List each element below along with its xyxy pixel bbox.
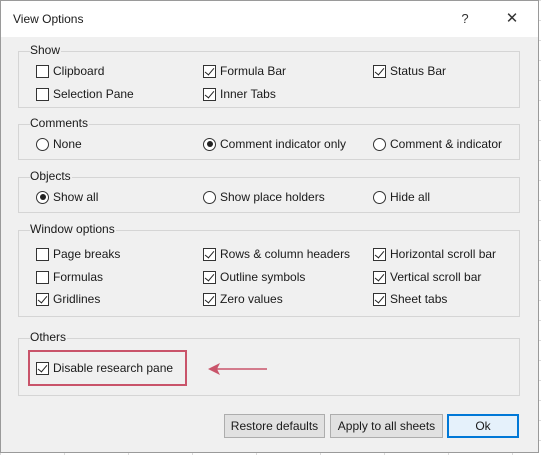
comments-group-label: Comments <box>30 116 90 130</box>
outline-symbols-checkbox[interactable]: Outline symbols <box>203 269 305 285</box>
radio-circle[interactable] <box>203 137 216 151</box>
objects-show-all-radio[interactable]: Show all <box>36 189 98 205</box>
checkbox-label: Status Bar <box>390 64 447 78</box>
formulas-checkbox[interactable]: Formulas <box>36 269 103 285</box>
radio-label: Show place holders <box>220 190 325 204</box>
gridlines-checkbox[interactable]: Gridlines <box>36 291 100 307</box>
checkbox-label: Inner Tabs <box>220 87 276 101</box>
checkbox-label: Formula Bar <box>220 64 287 78</box>
ok-button[interactable]: Ok <box>447 414 519 438</box>
pointer-arrow-icon <box>208 363 267 375</box>
comments-none-radio[interactable]: None <box>36 136 82 152</box>
checkbox-box[interactable] <box>373 64 386 78</box>
checkbox-label: Vertical scroll bar <box>390 270 482 284</box>
checkbox-box[interactable] <box>203 64 216 78</box>
sheet-tabs-checkbox[interactable]: Sheet tabs <box>373 291 447 307</box>
others-group-label: Others <box>30 330 68 344</box>
clipboard-checkbox[interactable]: Clipboard <box>36 63 104 79</box>
radio-label: Show all <box>53 190 99 204</box>
objects-group-label: Objects <box>30 169 72 183</box>
radio-circle[interactable] <box>373 137 386 151</box>
checkbox-box[interactable] <box>203 247 216 261</box>
horizontal-scroll-bar-checkbox[interactable]: Horizontal scroll bar <box>373 246 496 262</box>
checkbox-box[interactable] <box>203 292 216 306</box>
help-icon[interactable]: ? <box>448 7 482 31</box>
show-group-label: Show <box>30 43 62 57</box>
objects-hide-all-radio[interactable]: Hide all <box>373 189 430 205</box>
radio-circle[interactable] <box>36 190 49 204</box>
radio-label: Comment indicator only <box>220 137 347 151</box>
page-breaks-checkbox[interactable]: Page breaks <box>36 246 120 262</box>
comment-indicator-only-radio[interactable]: Comment indicator only <box>203 136 346 152</box>
radio-label: Hide all <box>390 190 431 204</box>
checkbox-box[interactable] <box>373 247 386 261</box>
restore-defaults-button[interactable]: Restore defaults <box>224 414 325 438</box>
checkbox-box[interactable] <box>203 270 216 284</box>
checkbox-label: Rows & column headers <box>220 247 351 261</box>
title-bar: View Options ? ✕ <box>1 1 538 37</box>
radio-label: Comment & indicator <box>390 137 503 151</box>
inner-tabs-checkbox[interactable]: Inner Tabs <box>203 86 276 102</box>
rows-column-headers-checkbox[interactable]: Rows & column headers <box>203 246 350 262</box>
checkbox-label: Zero values <box>220 292 283 306</box>
checkbox-label: Page breaks <box>53 247 121 261</box>
formula-bar-checkbox[interactable]: Formula Bar <box>203 63 286 79</box>
checkbox-label: Formulas <box>53 270 104 284</box>
status-bar-checkbox[interactable]: Status Bar <box>373 63 446 79</box>
checkbox-box[interactable] <box>36 292 49 306</box>
dialog-title: View Options <box>13 12 84 26</box>
window-options-group-label: Window options <box>30 222 116 236</box>
zero-values-checkbox[interactable]: Zero values <box>203 291 283 307</box>
vertical-scroll-bar-checkbox[interactable]: Vertical scroll bar <box>373 269 481 285</box>
checkbox-label: Horizontal scroll bar <box>390 247 497 261</box>
checkbox-box[interactable] <box>373 270 386 284</box>
checkbox-box[interactable] <box>36 64 49 78</box>
checkbox-box[interactable] <box>203 87 216 101</box>
checkbox-label: Clipboard <box>53 64 105 78</box>
checkbox-box[interactable] <box>36 247 49 261</box>
highlight-box <box>28 350 187 386</box>
apply-to-all-sheets-button[interactable]: Apply to all sheets <box>330 414 443 438</box>
view-options-dialog: View Options ? ✕ Show Clipboard Formula … <box>0 0 539 453</box>
checkbox-label: Selection Pane <box>53 87 134 101</box>
checkbox-box[interactable] <box>373 292 386 306</box>
radio-circle[interactable] <box>203 190 216 204</box>
radio-circle[interactable] <box>36 137 49 151</box>
checkbox-box[interactable] <box>36 87 49 101</box>
close-icon[interactable]: ✕ <box>495 7 529 31</box>
radio-circle[interactable] <box>373 190 386 204</box>
comment-and-indicator-radio[interactable]: Comment & indicator <box>373 136 502 152</box>
objects-show-place-holders-radio[interactable]: Show place holders <box>203 189 325 205</box>
radio-label: None <box>53 137 82 151</box>
checkbox-box[interactable] <box>36 270 49 284</box>
checkbox-label: Sheet tabs <box>390 292 448 306</box>
selection-pane-checkbox[interactable]: Selection Pane <box>36 86 134 102</box>
checkbox-label: Gridlines <box>53 292 101 306</box>
checkbox-label: Outline symbols <box>220 270 306 284</box>
